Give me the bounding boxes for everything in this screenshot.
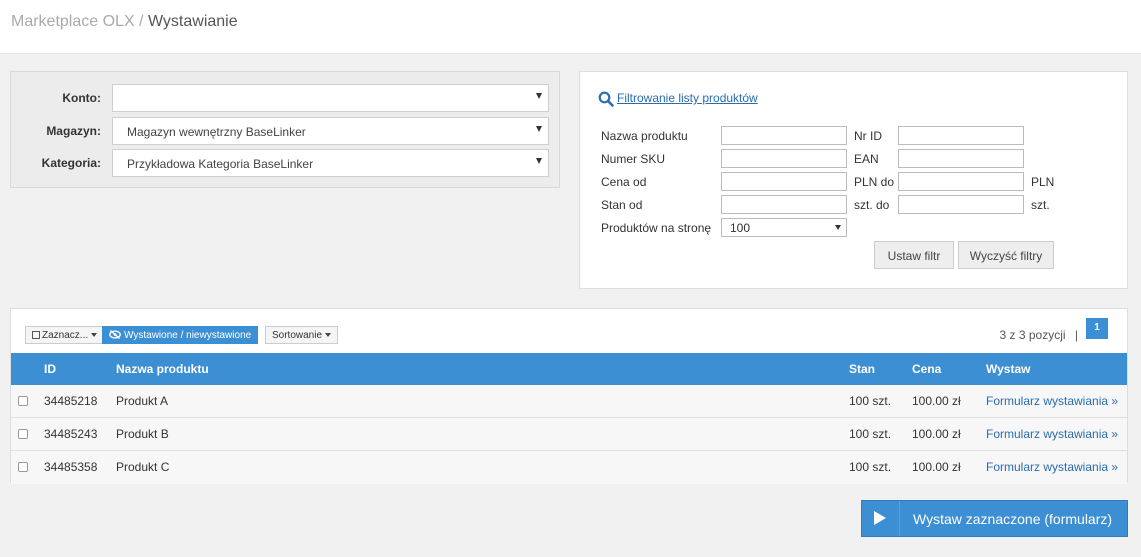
listing-form-link[interactable]: Formularz wystawiania » xyxy=(986,394,1118,408)
row-stock: 100 szt. xyxy=(849,460,892,474)
product-name-label: Nazwa produktu xyxy=(601,129,688,143)
listing-form-link[interactable]: Formularz wystawiania » xyxy=(986,427,1118,441)
warehouse-label: Magazyn: xyxy=(46,124,101,138)
row-id: 34485358 xyxy=(44,460,98,474)
account-select[interactable] xyxy=(112,84,549,112)
warehouse-select[interactable]: Magazyn wewnętrzny BaseLinker xyxy=(112,117,549,145)
button-divider xyxy=(899,501,900,536)
breadcrumb: Marketplace OLX / Wystawianie xyxy=(11,13,238,31)
table-row: 34485218 Produkt A 100 szt. 100.00 zł Fo… xyxy=(11,385,1127,418)
breadcrumb-separator: / xyxy=(134,13,148,30)
per-page-value: 100 xyxy=(730,221,751,235)
pagination-separator: | xyxy=(1074,328,1078,342)
stock-from-input[interactable] xyxy=(721,195,847,214)
row-stock: 100 szt. xyxy=(849,394,892,408)
products-panel: Zaznacz... Wystawione / niewystawione So… xyxy=(10,308,1128,484)
price-from-label: Cena od xyxy=(601,175,647,189)
per-page-select[interactable]: 100 xyxy=(721,218,847,237)
play-icon xyxy=(874,511,886,525)
category-select-value: Przykładowa Kategoria BaseLinker xyxy=(127,157,314,171)
chevron-down-icon xyxy=(536,126,542,132)
breadcrumb-parent[interactable]: Marketplace OLX xyxy=(11,13,135,30)
chevron-down-icon xyxy=(536,158,542,164)
row-checkbox[interactable] xyxy=(18,429,28,439)
account-row: Konto: xyxy=(11,84,559,112)
row-id: 34485218 xyxy=(44,394,98,408)
list-selected-label: Wystaw zaznaczone (formularz) xyxy=(913,511,1113,527)
id-label: Nr ID xyxy=(854,129,882,143)
sku-label: Numer SKU xyxy=(601,152,666,166)
page-title: Wystawianie xyxy=(147,13,238,30)
stock-to-label: szt. do xyxy=(854,198,890,212)
listed-toggle-label: Wystawione / niewystawione xyxy=(124,330,252,341)
row-checkbox[interactable] xyxy=(18,396,28,406)
filter-title-link[interactable]: Filtrowanie listy produktów xyxy=(598,91,758,107)
chevron-down-icon xyxy=(835,225,841,230)
select-dropdown-label: Zaznacz... xyxy=(42,330,89,341)
column-header-list: Wystaw xyxy=(986,362,1031,376)
row-checkbox[interactable] xyxy=(18,462,28,472)
top-bar: Marketplace OLX / Wystawianie xyxy=(0,0,1141,54)
per-page-label: Produktów na stronę xyxy=(601,221,712,235)
search-icon xyxy=(598,91,614,107)
ean-label: EAN xyxy=(854,152,879,166)
row-price: 100.00 zł xyxy=(912,460,961,474)
sku-input[interactable] xyxy=(721,149,847,168)
chevron-down-icon xyxy=(91,333,98,338)
column-header-price[interactable]: Cena xyxy=(912,362,941,376)
table-header: ID Nazwa produktu Stan Cena Wystaw xyxy=(11,353,1127,385)
row-stock: 100 szt. xyxy=(849,427,892,441)
listed-toggle-button[interactable]: Wystawione / niewystawione xyxy=(102,326,259,344)
filter-panel: Filtrowanie listy produktów Nazwa produk… xyxy=(579,71,1128,289)
sort-dropdown-button[interactable]: Sortowanie xyxy=(265,326,339,344)
source-selector-panel: Konto: Magazyn: Magazyn wewnętrzny BaseL… xyxy=(10,71,560,188)
row-name: Produkt A xyxy=(116,394,169,408)
account-label: Konto: xyxy=(62,91,101,105)
chevron-down-icon xyxy=(325,333,332,338)
chevron-down-icon xyxy=(536,93,542,99)
id-input[interactable] xyxy=(898,126,1024,145)
checkbox-icon xyxy=(32,331,40,339)
sort-dropdown-label: Sortowanie xyxy=(272,330,323,341)
row-price: 100.00 zł xyxy=(912,427,961,441)
price-unit-label: PLN xyxy=(1031,175,1055,189)
category-label: Kategoria: xyxy=(41,156,101,170)
filter-title-text: Filtrowanie listy produktów xyxy=(617,91,758,105)
table-row: 34485358 Produkt C 100 szt. 100.00 zł Fo… xyxy=(11,451,1127,484)
category-row: Kategoria: Przykładowa Kategoria BaseLin… xyxy=(11,149,559,177)
row-id: 34485243 xyxy=(44,427,98,441)
column-header-id[interactable]: ID xyxy=(44,362,56,376)
stock-from-label: Stan od xyxy=(601,198,643,212)
list-selected-button[interactable]: Wystaw zaznaczone (formularz) xyxy=(861,500,1128,537)
product-name-input[interactable] xyxy=(721,126,847,145)
page-button-1[interactable]: 1 xyxy=(1086,318,1108,339)
row-name: Produkt C xyxy=(116,460,170,474)
select-dropdown-button[interactable]: Zaznacz... xyxy=(25,326,105,344)
row-price: 100.00 zł xyxy=(912,394,961,408)
warehouse-select-value: Magazyn wewnętrzny BaseLinker xyxy=(127,125,306,139)
column-header-name[interactable]: Nazwa produktu xyxy=(116,362,209,376)
column-header-stock[interactable]: Stan xyxy=(849,362,875,376)
price-to-input[interactable] xyxy=(898,172,1024,191)
ean-input[interactable] xyxy=(898,149,1024,168)
stock-to-input[interactable] xyxy=(898,195,1024,214)
category-select[interactable]: Przykładowa Kategoria BaseLinker xyxy=(112,149,549,177)
pagination-count-text: 3 z 3 pozycji xyxy=(999,328,1066,342)
eye-slash-icon xyxy=(109,330,121,339)
listing-form-link[interactable]: Formularz wystawiania » xyxy=(986,460,1118,474)
row-name: Produkt B xyxy=(116,427,169,441)
price-from-input[interactable] xyxy=(721,172,847,191)
clear-filters-button[interactable]: Wyczyść filtry xyxy=(958,241,1054,269)
apply-filter-button[interactable]: Ustaw filtr xyxy=(874,241,954,269)
price-to-label: PLN do xyxy=(854,175,895,189)
warehouse-row: Magazyn: Magazyn wewnętrzny BaseLinker xyxy=(11,117,559,145)
table-row: 34485243 Produkt B 100 szt. 100.00 zł Fo… xyxy=(11,418,1127,451)
pagination-count: 3 z 3 pozycji | xyxy=(1000,328,1079,342)
stock-unit-label: szt. xyxy=(1031,198,1050,212)
